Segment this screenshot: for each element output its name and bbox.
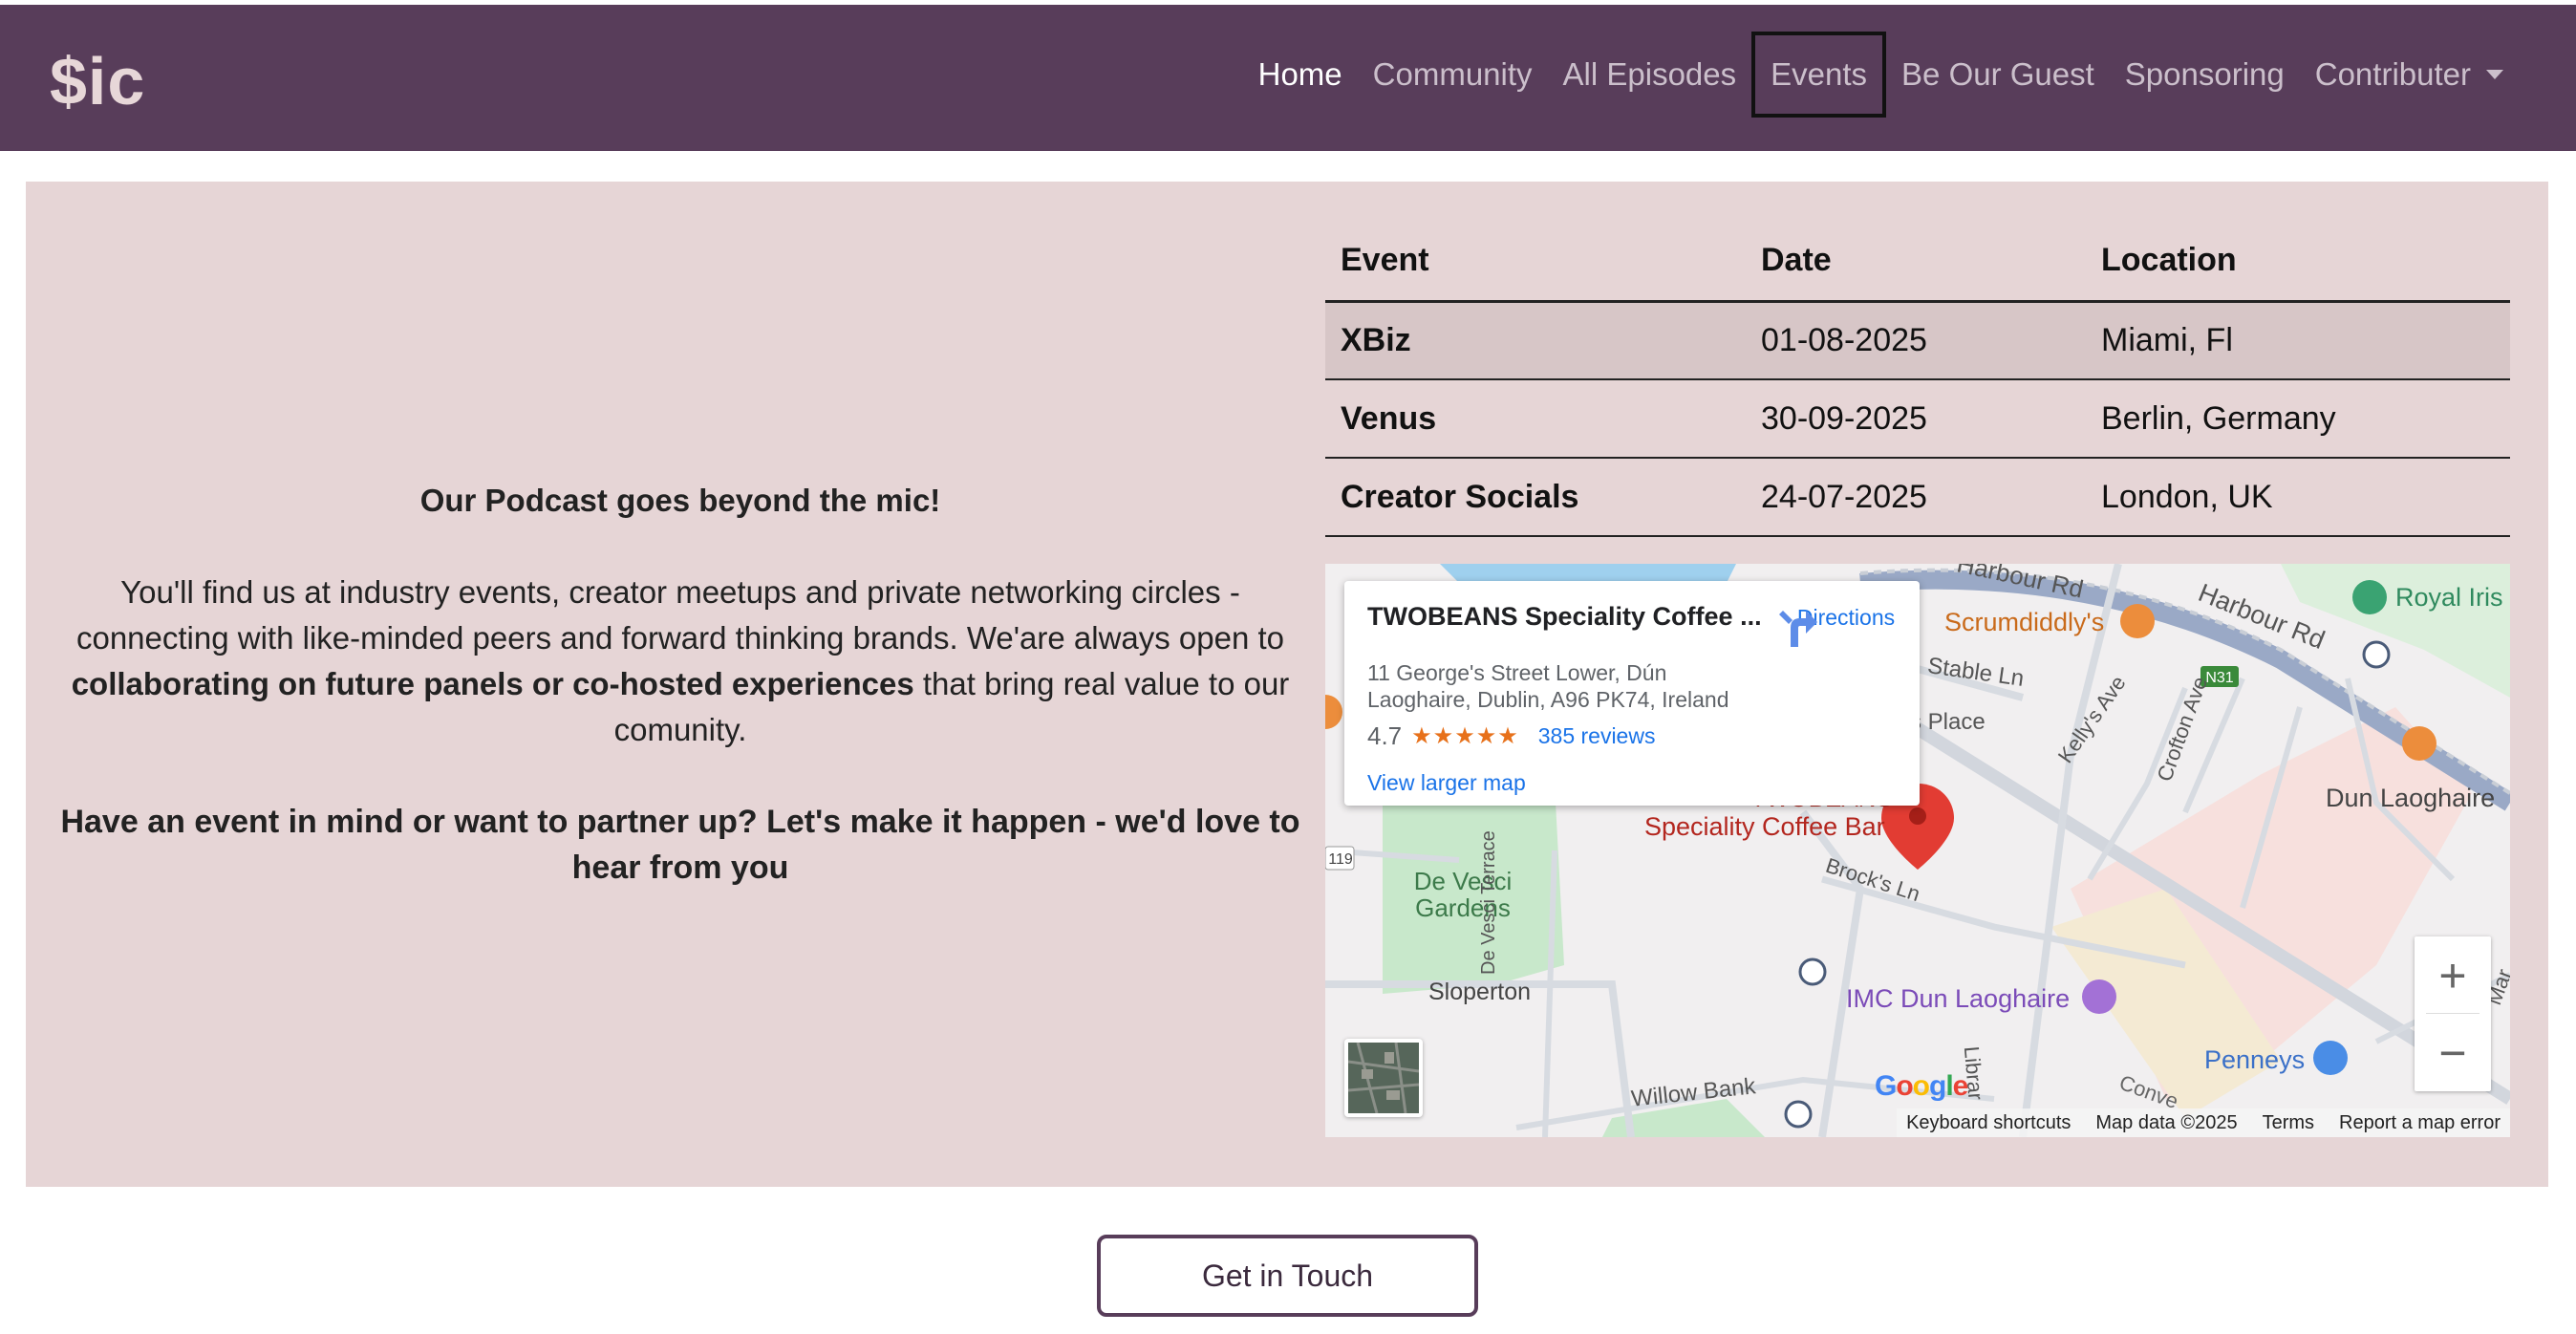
- map-label-penneys: Penneys: [2204, 1045, 2306, 1074]
- nav-contributer-dropdown[interactable]: Contributer: [2300, 32, 2519, 118]
- intro-body: You'll find us at industry events, creat…: [54, 570, 1306, 753]
- table-header-row: Event Date Location: [1325, 222, 2510, 303]
- map-label-de-vesci: De Vesci Gardens: [1413, 867, 1513, 922]
- zoom-in-button[interactable]: +: [2415, 936, 2491, 1014]
- table-row: XBiz 01-08-2025 Miami, Fl: [1325, 301, 2510, 380]
- zoom-out-button[interactable]: −: [2415, 1014, 2491, 1091]
- nav-sponsoring[interactable]: Sponsoring: [2110, 32, 2300, 118]
- nav-all-episodes[interactable]: All Episodes: [1548, 32, 1752, 118]
- map-label-de-vesci-terrace: De Vesci Terrace: [1478, 830, 1499, 975]
- table-row: Creator Socials 24-07-2025 London, UK: [1325, 458, 2510, 537]
- place-title: TWOBEANS Speciality Coffee ...: [1367, 602, 1762, 631]
- nav-contributer-label: Contributer: [2314, 56, 2471, 92]
- navbar: $ic Home Community All Episodes Events B…: [0, 5, 2576, 151]
- star-rating-icon: ★★★★★: [1411, 723, 1519, 749]
- report-map-error-link[interactable]: Report a map error: [2339, 1112, 2501, 1134]
- nav-be-our-guest[interactable]: Be Our Guest: [1886, 32, 2110, 118]
- map-label-dun-laoghaire: Dun Laoghaire: [2326, 784, 2496, 812]
- event-date: 30-09-2025: [1746, 379, 2086, 459]
- embedded-map[interactable]: N31 119 Harbour Rd Harbour Rd Royal Iris…: [1325, 564, 2510, 1137]
- directions-button[interactable]: Directions: [1779, 605, 1913, 647]
- intro-heading: Our Podcast goes beyond the mic!: [419, 483, 941, 518]
- event-location: Miami, Fl: [2086, 301, 2510, 380]
- header-location: Location: [2086, 222, 2510, 303]
- table-row: Venus 30-09-2025 Berlin, Germany: [1325, 379, 2510, 459]
- map-label-imc: IMC Dun Laoghaire: [1846, 984, 2071, 1013]
- satellite-thumbnail-icon: [1348, 1043, 1419, 1113]
- event-name: Venus: [1325, 379, 1746, 459]
- event-location: London, UK: [2086, 458, 2510, 537]
- satellite-toggle[interactable]: [1344, 1039, 1423, 1117]
- header-event: Event: [1325, 222, 1746, 303]
- nav-events[interactable]: Events: [1751, 32, 1887, 118]
- event-name: Creator Socials: [1325, 458, 1746, 537]
- events-table: Event Date Location XBiz 01-08-2025 Miam…: [1325, 222, 2510, 537]
- map-attribution: Keyboard shortcuts Map data ©2025 Terms …: [1897, 1108, 2510, 1137]
- zoom-controls: + −: [2415, 936, 2491, 1091]
- place-info-card: TWOBEANS Speciality Coffee ... 11 George…: [1344, 581, 1920, 806]
- event-name: XBiz: [1325, 301, 1746, 380]
- rating-value: 4.7: [1367, 721, 1403, 750]
- map-data-label: Map data ©2025: [2095, 1111, 2238, 1133]
- place-rating: 4.7 ★★★★★ 385 reviews: [1367, 721, 1655, 751]
- nav-community[interactable]: Community: [1358, 32, 1548, 118]
- header-date: Date: [1746, 222, 2086, 303]
- intro-body-pre: You'll find us at industry events, creat…: [75, 574, 1285, 656]
- chevron-down-icon: [2486, 70, 2503, 79]
- events-panel: Our Podcast goes beyond the mic! You'll …: [26, 182, 2548, 1187]
- get-in-touch-button[interactable]: Get in Touch: [1097, 1235, 1478, 1317]
- view-larger-map-link[interactable]: View larger map: [1367, 770, 1526, 796]
- event-location: Berlin, Germany: [2086, 379, 2510, 459]
- intro-cta: Have an event in mind or want to partner…: [60, 804, 1300, 886]
- map-119-label: 119: [1328, 851, 1353, 868]
- keyboard-shortcuts-link[interactable]: Keyboard shortcuts: [1906, 1112, 2071, 1134]
- map-label-royal: Royal Iris: [2395, 583, 2503, 612]
- intro-section: Our Podcast goes beyond the mic! You'll …: [54, 182, 1306, 1187]
- terms-link[interactable]: Terms: [2263, 1112, 2314, 1134]
- map-label-scrumdiddlys: Scrumdiddly's: [1944, 608, 2105, 636]
- google-logo: Google: [1875, 1070, 1968, 1102]
- event-date: 01-08-2025: [1746, 301, 2086, 380]
- event-date: 24-07-2025: [1746, 458, 2086, 537]
- place-address: 11 George's Street Lower, Dún Laoghaire,…: [1367, 660, 1729, 712]
- reviews-link[interactable]: 385 reviews: [1538, 723, 1656, 749]
- nav-home[interactable]: Home: [1243, 32, 1358, 118]
- directions-icon: [1779, 611, 1817, 647]
- intro-body-bold: collaborating on future panels or co-hos…: [71, 666, 914, 701]
- map-label-sloperton: Sloperton: [1428, 979, 1532, 1005]
- brand-logo[interactable]: $ic: [50, 43, 145, 119]
- map-pin-label-2: Speciality Coffee Bar: [1644, 812, 1885, 841]
- nav-menu: Home Community All Episodes Events Be Ou…: [1243, 30, 2519, 119]
- zoom-divider: [2426, 1013, 2479, 1014]
- map-label-place: s Place: [1910, 709, 1986, 735]
